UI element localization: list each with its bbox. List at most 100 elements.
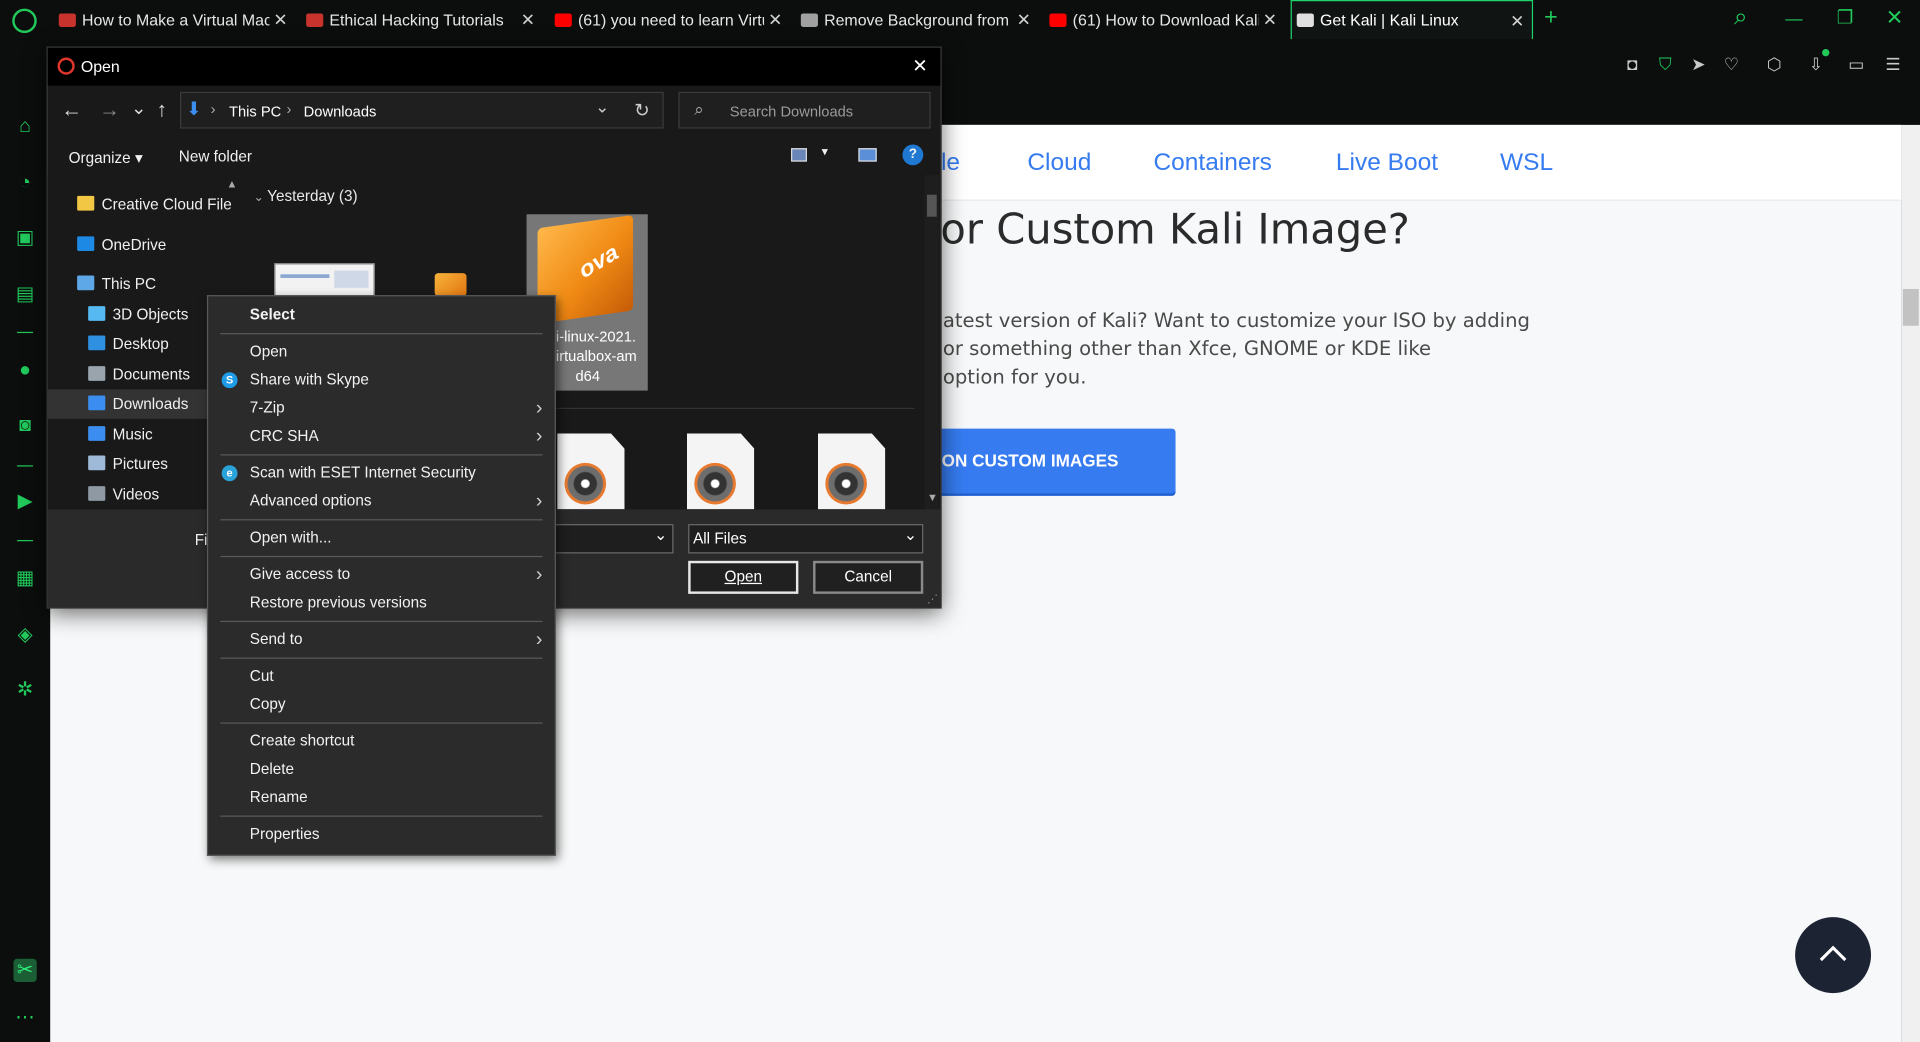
minimize-icon[interactable]: — — [1785, 9, 1802, 29]
nav-link-live-boot[interactable]: Live Boot — [1336, 149, 1438, 177]
file-pane-scrollbar[interactable]: ▼ — [924, 175, 940, 510]
disc-image-file[interactable] — [817, 433, 886, 510]
nav-link-wsl[interactable]: WSL — [1500, 149, 1553, 177]
up-arrow-icon[interactable]: ↑ — [157, 98, 167, 122]
heart-icon[interactable]: ♡ — [1722, 54, 1742, 75]
battery-icon[interactable]: ▭ — [1847, 54, 1867, 75]
vpn-shield-icon[interactable]: ⛉ — [1656, 54, 1676, 75]
context-menu-item[interactable]: Create shortcut — [208, 727, 555, 755]
page-scrollbar-thumb[interactable] — [1902, 288, 1919, 326]
nav-link-containers[interactable]: Containers — [1153, 149, 1271, 177]
gamepad-icon[interactable]: ⌂ — [13, 115, 36, 138]
new-folder-button[interactable]: New folder — [179, 148, 252, 165]
help-icon[interactable]: ? — [902, 144, 924, 166]
disc-image-file[interactable] — [686, 433, 755, 510]
player-icon[interactable]: ▶ — [13, 490, 36, 513]
tab-close-icon[interactable]: ✕ — [1510, 11, 1524, 32]
cube-icon[interactable]: ◈ — [13, 623, 36, 646]
disc-image-file[interactable] — [557, 433, 625, 510]
browser-tab[interactable]: Remove Background from I ✕ — [796, 0, 1038, 39]
search-downloads-input[interactable]: ⌕ Search Downloads — [678, 91, 931, 129]
breadcrumb-this-pc[interactable]: This PC — [229, 103, 281, 120]
window-close-icon[interactable]: ✕ — [1886, 6, 1903, 30]
box-icon[interactable]: ⬡ — [1765, 54, 1785, 75]
group-header[interactable]: ⌄ Yesterday (3) — [253, 187, 357, 204]
browser-tab[interactable]: (61) you need to learn Virtu ✕ — [550, 0, 790, 39]
opera-logo-icon[interactable] — [12, 8, 37, 34]
menu-item-label: Cut — [249, 667, 274, 685]
easy-setup-icon[interactable]: ☰ — [1883, 54, 1903, 75]
green-app-icon[interactable]: ✂ — [13, 958, 37, 983]
resize-grip-icon[interactable]: ⋰ — [927, 593, 938, 606]
context-menu-item[interactable]: Share with Skype S — [208, 366, 555, 394]
tab-close-icon[interactable]: ✕ — [1017, 10, 1031, 31]
scroll-to-top-button[interactable] — [1795, 917, 1872, 994]
context-menu-item[interactable]: Copy — [208, 691, 555, 719]
twitch-icon[interactable]: ▤ — [13, 283, 36, 306]
browser-tab[interactable]: Ethical Hacking Tutorials ✕ — [301, 0, 542, 39]
change-view-icon[interactable] — [791, 148, 807, 162]
organize-button[interactable]: Organize ▾ — [69, 148, 143, 166]
context-menu-item[interactable]: Rename — [208, 784, 555, 812]
more-dots-icon[interactable]: ⋯ — [13, 1007, 36, 1030]
context-menu-item[interactable]: Scan with ESET Internet Security e — [208, 459, 555, 487]
virtualbox-file-icon[interactable] — [434, 273, 467, 297]
address-dropdown-icon[interactable]: ⌄ — [595, 97, 609, 118]
search-tabs-icon[interactable]: ⌕ — [1734, 4, 1748, 32]
nav-link-cloud[interactable]: Cloud — [1027, 149, 1091, 177]
download-icon[interactable]: ⇩ — [1806, 54, 1826, 75]
file-pane-scrollbar-thumb[interactable] — [926, 194, 937, 217]
refresh-icon[interactable]: ↻ — [634, 99, 649, 121]
context-menu-item[interactable]: Advanced options › — [208, 487, 555, 515]
file-type-select[interactable]: All Files ⌄ — [688, 524, 924, 554]
recent-locations-chevron-icon[interactable]: ⌄ — [131, 97, 146, 119]
context-menu-item[interactable]: Open — [208, 338, 555, 366]
context-menu-item[interactable]: CRC SHA › — [208, 422, 555, 450]
view-dropdown-icon[interactable]: ▾ — [822, 146, 828, 159]
context-menu-item[interactable]: 7-Zip › — [208, 394, 555, 422]
preview-pane-icon[interactable] — [858, 148, 877, 162]
tab-close-icon[interactable]: ✕ — [521, 10, 535, 31]
context-menu-item[interactable]: Restore previous versions — [208, 589, 555, 617]
tab-close-icon[interactable]: ✕ — [1263, 10, 1277, 31]
scroll-down-arrow-icon[interactable]: ▼ — [927, 491, 938, 503]
context-menu-item[interactable]: Properties — [208, 820, 555, 848]
discord-icon[interactable]: ◙ — [13, 414, 36, 437]
context-menu-item[interactable]: Open with... — [208, 524, 555, 552]
cancel-button[interactable]: Cancel — [813, 560, 924, 594]
breadcrumb-downloads[interactable]: Downloads — [304, 103, 377, 120]
file-name-input[interactable]: ⌄ — [554, 524, 674, 554]
snapshot-camera-icon[interactable]: ◘ — [1622, 54, 1642, 74]
browser-tab[interactable]: Get Kali | Kali Linux ✕ — [1290, 0, 1534, 40]
file-thumbnail-screenshot[interactable] — [274, 263, 375, 297]
tab-close-icon[interactable]: ✕ — [768, 10, 782, 31]
context-menu-item[interactable]: Select — [208, 301, 555, 329]
address-bar[interactable]: ⬇ › This PC › Downloads ⌄ ↻ — [180, 91, 664, 129]
custom-images-button[interactable]: ON CUSTOM IMAGES — [931, 428, 1176, 494]
restore-icon[interactable]: ❐ — [1837, 6, 1853, 28]
nav-pane-scroll-up[interactable]: ▲ — [227, 178, 238, 190]
tab-close-icon[interactable]: ✕ — [273, 10, 287, 31]
page-scrollbar[interactable] — [1901, 124, 1920, 1042]
browser-tab[interactable]: (61) How to Download Kali ✕ — [1044, 0, 1284, 39]
nav-item-label: This PC — [101, 275, 157, 293]
bag-icon[interactable]: ▣ — [13, 227, 36, 250]
context-menu-item[interactable]: Give access to › — [208, 561, 555, 589]
twitter-icon[interactable]: ● — [13, 359, 36, 382]
new-tab-plus-icon[interactable]: + — [1544, 5, 1558, 32]
settings-gear-icon[interactable]: ✲ — [13, 678, 36, 701]
dialog-close-icon[interactable]: ✕ — [912, 55, 927, 77]
nav-item[interactable]: Creative Cloud File — [48, 190, 241, 219]
open-button[interactable]: Open — [688, 560, 799, 594]
context-menu-item[interactable]: Send to › — [208, 626, 555, 654]
speed-dial-icon[interactable]: ◔ — [13, 171, 36, 194]
context-menu-item[interactable]: Delete — [208, 756, 555, 784]
back-arrow-icon[interactable]: ← — [61, 98, 82, 122]
nav-item[interactable]: OneDrive — [48, 230, 241, 259]
send-icon[interactable]: ➤ — [1689, 54, 1709, 75]
forward-arrow-icon[interactable]: → — [99, 98, 120, 122]
browser-tab[interactable]: How to Make a Virtual Mac ✕ — [54, 0, 295, 39]
extensions-grid-icon[interactable]: ▦ — [13, 567, 36, 590]
nav-item-icon — [88, 426, 106, 441]
context-menu-item[interactable]: Cut — [208, 662, 555, 690]
